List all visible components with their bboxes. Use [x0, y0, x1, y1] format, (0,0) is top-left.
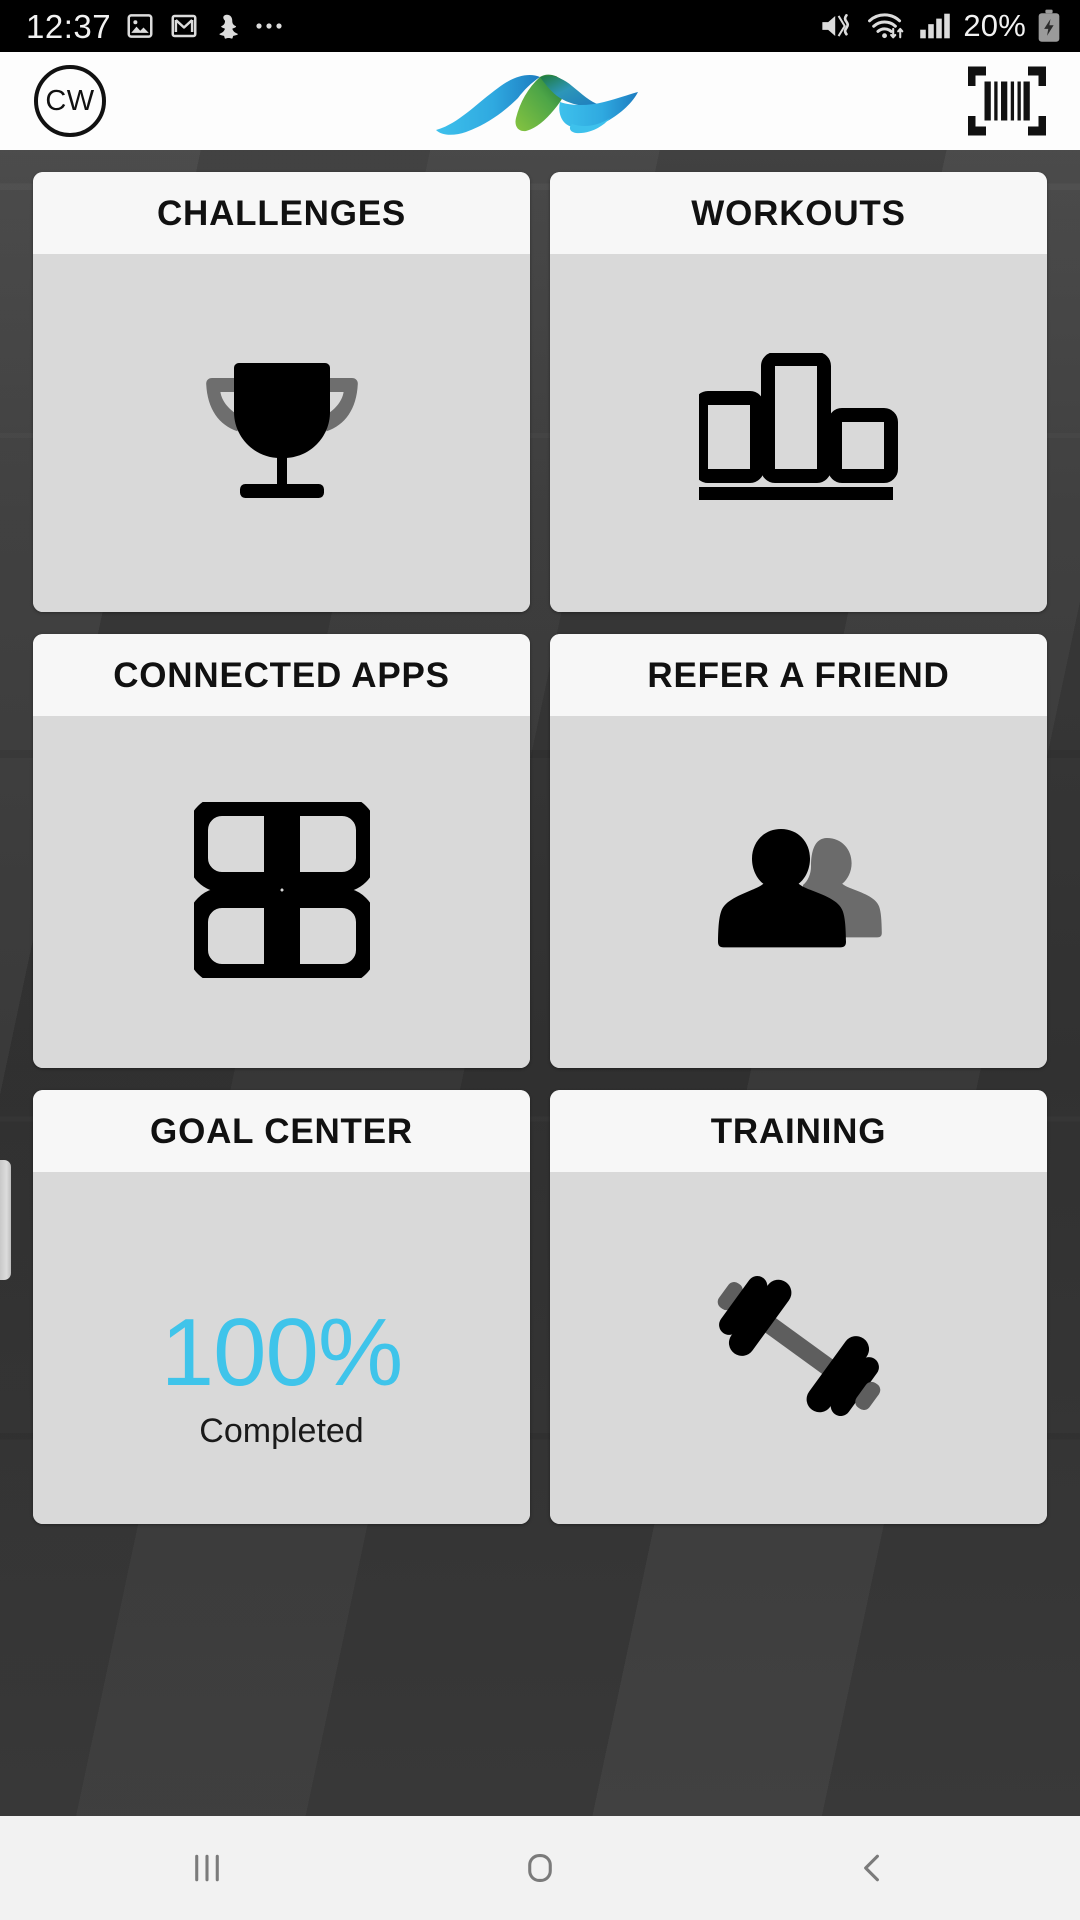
more-notifications-icon	[255, 20, 289, 32]
status-bar-right: 20%	[819, 8, 1062, 44]
tile-connected-apps[interactable]: CONNECTED APPS	[33, 634, 530, 1068]
tile-challenges[interactable]: CHALLENGES	[33, 172, 530, 612]
cellular-signal-icon	[919, 12, 951, 40]
battery-charging-icon	[1036, 9, 1062, 43]
tile-workouts[interactable]: WORKOUTS	[550, 172, 1047, 612]
mute-vibrate-icon	[819, 11, 857, 41]
tile-title: GOAL CENTER	[150, 1111, 413, 1151]
tile-title: WORKOUTS	[691, 193, 906, 233]
dashboard-tile-grid: CHALLENGES WORKOUTS CONNECTED APPS REFER…	[33, 172, 1047, 1524]
trophy-icon	[196, 352, 368, 515]
tile-header: WORKOUTS	[550, 172, 1047, 254]
tile-header: TRAINING	[550, 1090, 1047, 1172]
app-grid-icon	[187, 795, 376, 984]
tile-body	[550, 254, 1047, 612]
tile-body	[33, 716, 530, 1068]
tile-refer-a-friend[interactable]: REFER A FRIEND	[550, 634, 1047, 1068]
dashboard-content: CHALLENGES WORKOUTS CONNECTED APPS REFER…	[0, 150, 1080, 1816]
tile-header: CHALLENGES	[33, 172, 530, 254]
tile-title: CONNECTED APPS	[113, 655, 450, 695]
tile-goal-center[interactable]: GOAL CENTER 100% Completed	[33, 1090, 530, 1524]
tile-training[interactable]: TRAINING	[550, 1090, 1047, 1524]
snapchat-icon	[213, 11, 241, 41]
system-nav-bar	[0, 1816, 1080, 1920]
tile-header: REFER A FRIEND	[550, 634, 1047, 716]
goal-progress: 100% Completed	[160, 1298, 404, 1451]
edge-panel-handle[interactable]	[0, 1160, 11, 1280]
app-header: CW	[0, 52, 1080, 150]
phone-screen: 12:37 20% CW CHALLENGES WORKOUTS CONNECT…	[0, 0, 1080, 1920]
tile-body	[33, 254, 530, 612]
two-people-icon	[709, 824, 889, 961]
tile-title: REFER A FRIEND	[647, 655, 950, 695]
goal-percent-value: 100%	[160, 1298, 404, 1406]
tile-header: CONNECTED APPS	[33, 634, 530, 716]
avatar-initials: CW	[45, 84, 95, 117]
status-bar-left: 12:37	[26, 10, 289, 43]
brand-wave-logo	[432, 60, 642, 142]
tile-title: TRAINING	[710, 1111, 887, 1151]
tile-body	[550, 1172, 1047, 1524]
tile-body: 100% Completed	[33, 1172, 530, 1524]
status-clock: 12:37	[26, 7, 112, 45]
battery-percent-label: 20%	[963, 8, 1026, 43]
gallery-icon	[125, 11, 155, 41]
home-button[interactable]	[465, 1816, 615, 1920]
barcode-scan-icon[interactable]	[968, 65, 1046, 137]
avatar[interactable]: CW	[34, 65, 106, 137]
goal-percent-label: Completed	[199, 1412, 364, 1451]
tile-title: CHALLENGES	[156, 193, 407, 233]
dumbbell-icon	[704, 1266, 894, 1431]
tile-header: GOAL CENTER	[33, 1090, 530, 1172]
gmail-icon	[169, 11, 199, 41]
wifi-icon	[867, 11, 909, 41]
back-button[interactable]	[798, 1816, 948, 1920]
status-bar: 12:37 20%	[0, 0, 1080, 52]
recent-apps-button[interactable]	[132, 1816, 282, 1920]
tile-body	[550, 716, 1047, 1068]
bar-chart-icon	[693, 351, 899, 514]
